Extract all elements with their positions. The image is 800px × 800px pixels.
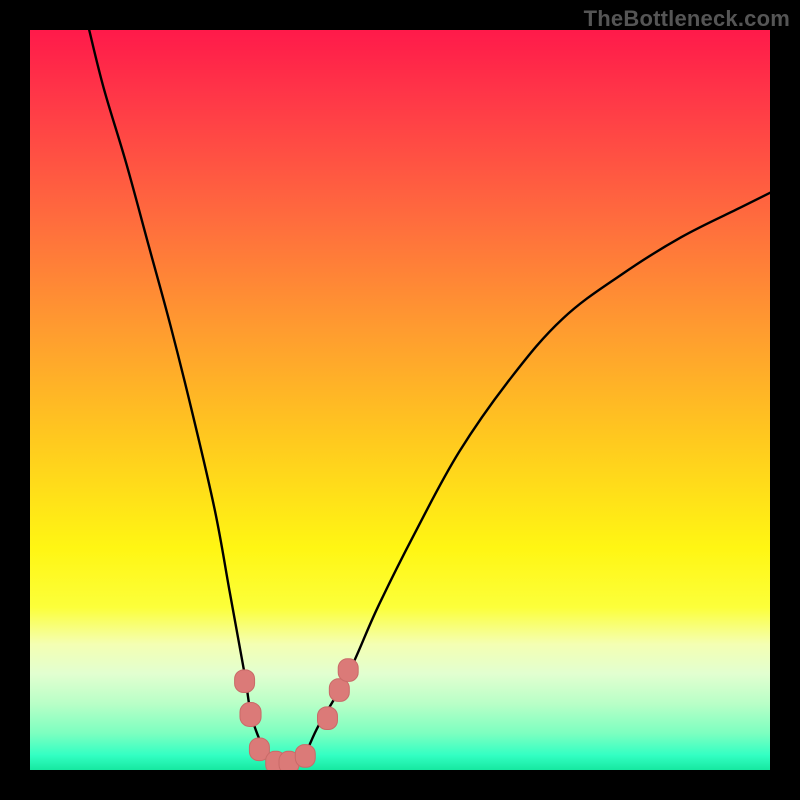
- curve-marker: [338, 659, 358, 682]
- curve-svg: [30, 30, 770, 770]
- bottleneck-curve: [89, 30, 770, 764]
- curve-marker: [235, 670, 255, 693]
- curve-marker: [240, 703, 261, 727]
- curve-marker: [329, 679, 349, 702]
- chart-frame: TheBottleneck.com: [0, 0, 800, 800]
- curve-markers: [235, 659, 359, 770]
- plot-area: [30, 30, 770, 770]
- curve-marker: [295, 745, 315, 768]
- curve-marker: [317, 707, 337, 730]
- watermark-text: TheBottleneck.com: [584, 6, 790, 32]
